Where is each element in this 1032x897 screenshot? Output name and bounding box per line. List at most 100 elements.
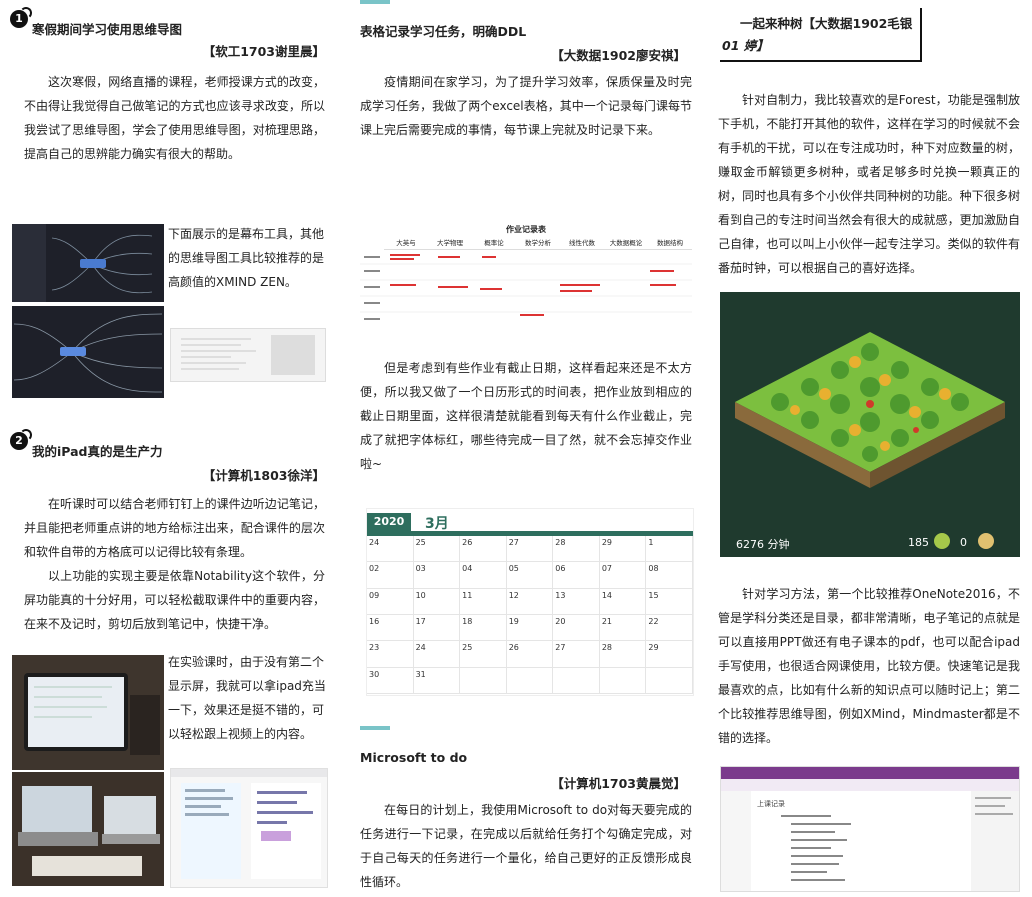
calendar-day: 23: [367, 641, 414, 668]
calendar-day-number: 10: [415, 590, 426, 600]
calendar-image: 2020 3月 24 25 26 27 28 29 1 02 03 04 05 06 07 08 09 10 1…: [366, 508, 694, 696]
calendar-day: 02: [367, 562, 414, 589]
column-header: 概率论: [484, 239, 504, 247]
calendar-day-number: 30: [369, 669, 380, 679]
side-text: 在实验课时，由于没有第二个显示屏，我就可以拿ipad充当一下，效果还是挺不错的，…: [168, 655, 326, 741]
author: 【大数据1902廖安祺】: [551, 48, 686, 63]
section-title: 表格记录学习任务，明确DDL: [360, 24, 527, 39]
calendar-day-number: 31: [415, 669, 426, 679]
calendar-day-number: 26: [462, 538, 473, 547]
calendar-day: [646, 667, 693, 694]
ipad-photo-1: [12, 655, 164, 770]
calendar-day-number: [600, 668, 646, 672]
paragraph: 针对自制力，我比较喜欢的是Forest，功能是强制放下手机，不能打开其他的软件，…: [718, 93, 1020, 275]
section-title: 寒假期间学习使用思维导图: [32, 22, 183, 37]
calendar-day: 27: [553, 641, 600, 668]
calendar-year: 2020: [367, 513, 411, 531]
calendar-day-number: 15: [648, 590, 659, 600]
calendar-day: 29: [599, 536, 647, 563]
calendar-day-number: 17: [415, 617, 426, 626]
paragraph: 疫情期间在家学习，为了提升学习效率，保质保量及时完成学习任务，我做了两个exce…: [360, 75, 692, 137]
calendar-day-number: 20: [555, 617, 566, 626]
calendar-day: 27: [506, 536, 554, 563]
divider-bar: [360, 726, 390, 730]
calendar-day-number: 27: [555, 643, 566, 653]
calendar-day: 22: [646, 615, 693, 642]
calendar-day: 20: [553, 615, 600, 642]
calendar-day: 1: [646, 536, 693, 563]
mindmap-screenshot-2: [12, 306, 164, 398]
coin-count: 185: [908, 536, 929, 549]
calendar-day: 24: [413, 641, 461, 668]
homework-table: 作业记录表 大英与 大学物理 概率论 数学分析 线性代数 大数据概论 数据结构: [360, 222, 692, 324]
calendar-day-number: 03: [415, 564, 426, 574]
calendar-day-number: 11: [462, 590, 473, 600]
calendar-day: 16: [367, 615, 414, 642]
calendar-day-number: 05: [508, 564, 519, 574]
paragraph: 针对学习方法，第一个比较推荐OneNote2016，不管是学科分类还是目录，都非…: [718, 587, 1020, 745]
calendar-day: 08: [646, 562, 693, 589]
calendar-day: 25: [460, 641, 507, 668]
calendar-day-number: 29: [601, 538, 613, 547]
calendar-day: 26: [506, 641, 554, 668]
author: 【软工1703谢里晨】: [202, 44, 325, 59]
calendar-day: 31: [413, 667, 461, 694]
calendar-day-number: [460, 668, 506, 672]
calendar-day-number: 25: [462, 643, 473, 653]
calendar-day: [599, 667, 647, 694]
title-box: 一起来种树【大数据1902毛银 01 婷】: [720, 8, 922, 62]
seed-icon: [934, 533, 950, 549]
calendar-day: 24: [367, 536, 414, 563]
calendar-day: 09: [367, 588, 414, 615]
column-header: 数据结构: [657, 239, 683, 247]
section-title: Microsoft to do: [360, 750, 468, 765]
side-text: 下面展示的是幕布工具，其他的思维导图工具比较推荐的是高颜值的XMIND ZEN。: [168, 227, 325, 289]
paragraph: 但是考虑到有些作业有截止日期，这样看起来还是不太方便，所以我又做了一个日历形式的…: [360, 361, 692, 471]
calendar-day-number: 18: [462, 617, 473, 626]
calendar-day-number: 06: [555, 564, 566, 574]
calendar-day-number: 02: [369, 564, 380, 574]
calendar-day-number: [646, 668, 692, 672]
section-title: 我的iPad真的是生产力: [32, 444, 163, 459]
paragraph: 这次寒假，网络直播的课程，老师授课方式的改变，不由得让我觉得自己做笔记的方式也应…: [24, 75, 325, 161]
calendar-day: 12: [506, 588, 554, 615]
calendar-day-number: 19: [508, 617, 519, 626]
calendar-day-number: 27: [508, 538, 519, 547]
calendar-day: 28: [553, 536, 600, 563]
calendar-day: 14: [599, 588, 647, 615]
section-number-2: 2: [10, 429, 32, 450]
author: 【计算机1803徐洋】: [202, 468, 325, 483]
forest-screenshot: 6276 分钟 185 0: [720, 292, 1020, 557]
calendar-day: 03: [413, 562, 461, 589]
calendar-day: 29: [646, 641, 693, 668]
calendar-day: 21: [599, 615, 647, 642]
calendar-day-number: 1: [648, 538, 654, 547]
calendar-day: 10: [413, 588, 461, 615]
calendar-day-number: 29: [648, 643, 659, 653]
table-header: 大英与 大学物理 概率论 数学分析 线性代数 大数据概论 数据结构: [384, 235, 692, 250]
calendar-day-number: 04: [462, 564, 473, 574]
calendar-day: 11: [460, 588, 507, 615]
calendar-day: 28: [599, 641, 647, 668]
calendar-day: 04: [460, 562, 507, 589]
focus-minutes: 6276 分钟: [736, 538, 790, 551]
calendar-day: 17: [413, 615, 461, 642]
calendar-grid: 24 25 26 27 28 29 1 02 03 04 05 06 07 08 09 10 11 12 13 14 1…: [367, 536, 693, 694]
notability-screenshot: [170, 768, 328, 888]
calendar-day: 06: [553, 562, 600, 589]
calendar-day: 30: [367, 667, 414, 694]
column-header: 数学分析: [525, 239, 551, 247]
calendar-day-number: 24: [415, 643, 426, 653]
calendar-day-number: 21: [601, 617, 613, 626]
mindmap-screenshot-1: [12, 224, 164, 302]
leaf-icon: [978, 533, 994, 549]
calendar-day-number: 26: [508, 643, 519, 653]
column-header: 线性代数: [569, 239, 595, 247]
calendar-day-number: 16: [369, 617, 380, 626]
calendar-day-number: 23: [369, 643, 380, 653]
section-number-1: 1: [10, 7, 32, 28]
paragraph: 以上功能的实现主要是依靠Notability这个软件，分屏功能真的十分好用，可以…: [24, 569, 325, 631]
calendar-day: 07: [599, 562, 647, 589]
calendar-day-number: 24: [369, 538, 380, 547]
section-title-line2: 01 婷】: [722, 38, 769, 53]
